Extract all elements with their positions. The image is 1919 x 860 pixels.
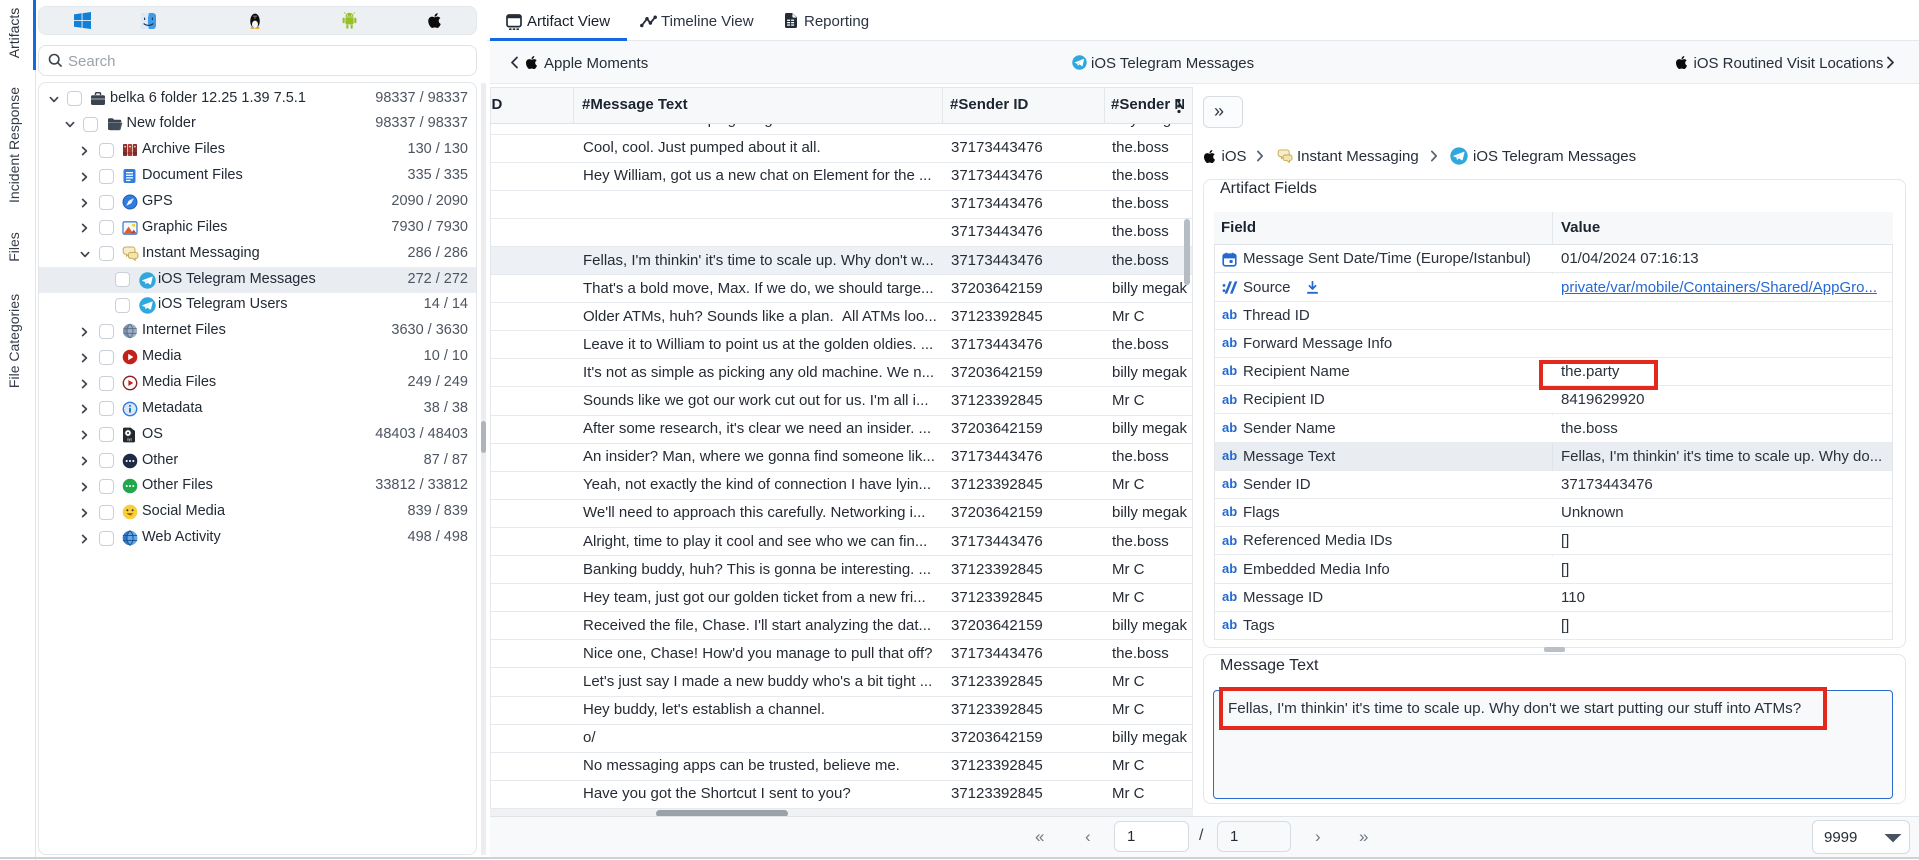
svg-text:sys: sys bbox=[127, 437, 132, 441]
